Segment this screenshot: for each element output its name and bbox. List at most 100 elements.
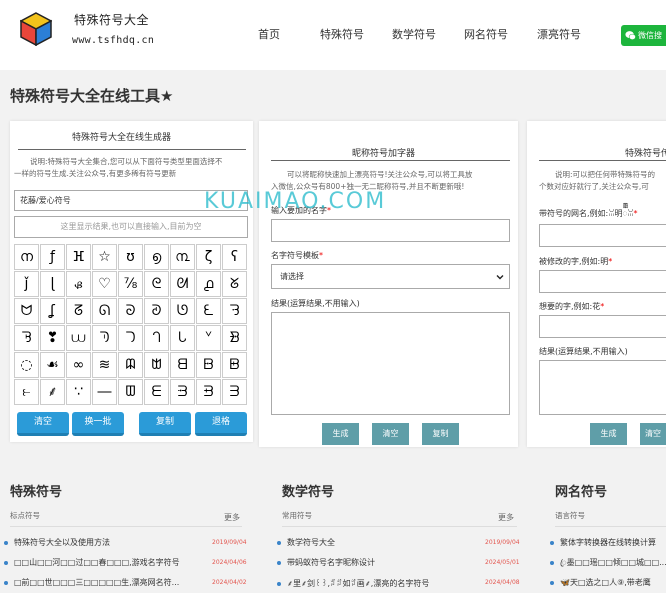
section-sub-nickname[interactable]: 语言符号 [555, 510, 585, 521]
symbol-cell[interactable]: ⴼ [66, 244, 91, 270]
symbol-cell[interactable]: ᘓ [144, 271, 169, 297]
symbol-cell[interactable]: ʊ [118, 244, 143, 270]
symbol-cell[interactable]: ൧ [196, 271, 221, 297]
symbol-cell[interactable]: ᗼ [118, 352, 143, 378]
wechat-search-button[interactable]: 微信搜 [621, 25, 666, 46]
symbol-cell[interactable]: ᗿ [222, 325, 247, 351]
symbol-cell[interactable]: ᗸ [222, 352, 247, 378]
symbol-cell[interactable]: ʆ [40, 298, 65, 324]
article-link[interactable]: 🦋天□选之□人⑨,带老鹰 [550, 577, 666, 588]
symbol-cell[interactable]: ᘎ [170, 298, 195, 324]
nav-nickname-symbols[interactable]: 网名符号 [464, 26, 508, 42]
symbol-cell[interactable]: ɭ [40, 271, 65, 297]
symbol-cell[interactable]: ― [92, 379, 117, 405]
symbol-cell[interactable]: ᗻ [144, 352, 169, 378]
symbol-cell[interactable]: ∵ [66, 379, 91, 405]
symbol-cell[interactable]: ᘜ [222, 271, 247, 297]
symbol-cell[interactable]: ᗲ [196, 379, 221, 405]
name-input[interactable] [271, 219, 510, 242]
clear-button[interactable]: 清空 [17, 412, 69, 436]
symbol-cell[interactable]: ᗺ [170, 352, 195, 378]
symbol-cell[interactable]: ᗢ [14, 298, 39, 324]
article-link[interactable]: □□山□□河□□过□□春□□□,游戏名字符号 [4, 557, 209, 568]
symbol-cell[interactable]: ᘑ [144, 298, 169, 324]
section-title-math[interactable]: 数学符号 [282, 481, 334, 500]
backspace-button[interactable]: 退格 [195, 412, 247, 436]
symbol-cell[interactable]: ᘍ [196, 298, 221, 324]
symbol-cell[interactable]: ☆ [92, 244, 117, 270]
symbol-cell[interactable]: ᘃ [144, 325, 169, 351]
replace-clear-button[interactable]: 清空 [640, 423, 666, 445]
nav-math-symbols[interactable]: 数学符号 [392, 26, 436, 42]
symbol-cell[interactable]: ൭ [144, 244, 169, 270]
logo-icon[interactable] [20, 12, 52, 46]
nav-pretty-symbols[interactable]: 漂亮符号 [537, 26, 581, 42]
section-title-special[interactable]: 特殊符号 [10, 481, 62, 500]
symbol-cell[interactable]: ᗹ [196, 352, 221, 378]
article-link[interactable]: ꦿ墨□□瑶□□倾□□城□□... [550, 557, 666, 573]
more-link-special[interactable]: 更多 [224, 512, 240, 523]
symbol-cell[interactable]: ᘅ [92, 325, 117, 351]
symbol-cell[interactable]: ᗱ [222, 379, 247, 405]
template-select[interactable]: 请选择 [271, 264, 510, 289]
symbol-cell[interactable]: ⥼ [14, 379, 39, 405]
section-divider [555, 526, 666, 527]
generator-description: 说明:特殊符号大全集合,您可以从下面符号类型里面选择不 一样的符号生成.关注公众号… [14, 157, 223, 178]
symbol-cell[interactable]: ᘔ [66, 298, 91, 324]
nickname-result-textarea[interactable] [271, 312, 510, 415]
symbol-cell[interactable]: ᏸ [66, 271, 91, 297]
nav-home[interactable]: 首页 [258, 26, 280, 42]
article-link[interactable]: 数学符号大全 [277, 537, 482, 548]
symbol-cell[interactable]: ❣ [40, 325, 65, 351]
symbol-cell[interactable]: ᘂ [170, 325, 195, 351]
symbol-cell[interactable]: ◌ [14, 352, 39, 378]
modified-char-input[interactable] [539, 270, 666, 293]
symbol-cell[interactable]: ᗴ [144, 379, 169, 405]
symbol-cell[interactable]: ζ [196, 244, 221, 270]
symbol-cell[interactable]: ᘏ [92, 298, 117, 324]
symbol-cell[interactable]: ☙ [40, 352, 65, 378]
replace-generate-button[interactable]: 生成 [590, 423, 627, 445]
symbol-cell[interactable]: ∞ [66, 352, 91, 378]
site-name[interactable]: 特殊符号大全 [74, 11, 149, 28]
section-sub-special[interactable]: 标点符号 [10, 510, 40, 521]
replace-result-textarea[interactable] [539, 360, 666, 415]
article-link[interactable]: ⸙里⸙剑꒰꒱,ꄂꄂ如ꄂ画⸙,漂亮的名字符号 [277, 577, 482, 589]
refresh-batch-button[interactable]: 换一批 [72, 412, 124, 436]
result-input[interactable]: 这里显示结果,也可以直接输入,目前为空 [14, 216, 248, 238]
article-link[interactable]: 特殊符号大全以及使用方法 [4, 537, 209, 548]
nav-special-symbols[interactable]: 特殊符号 [320, 26, 364, 42]
section-title-nickname[interactable]: 网名符号 [555, 481, 607, 500]
more-link-math[interactable]: 更多 [498, 512, 514, 523]
symbol-cell[interactable]: ᘛ [170, 271, 195, 297]
nickname-clear-button[interactable]: 清空 [372, 423, 409, 445]
symbol-cell[interactable]: ⸙ [40, 379, 65, 405]
symbol-cell[interactable]: ƒ [40, 244, 65, 270]
symbol-cell[interactable]: ᘁ [196, 325, 221, 351]
symbol-cell[interactable]: ♡ [92, 271, 117, 297]
symbol-cell[interactable]: ǰ [14, 271, 39, 297]
symbol-cell[interactable]: ൩ [170, 244, 195, 270]
symbol-name-input[interactable] [539, 224, 666, 247]
symbol-cell[interactable]: ᘐ [118, 298, 143, 324]
section-sub-math[interactable]: 常用符号 [282, 510, 312, 521]
symbol-cell[interactable]: ⅞ [118, 271, 143, 297]
symbol-cell[interactable]: ᘄ [118, 325, 143, 351]
symbol-cell[interactable]: ᗵ [118, 379, 143, 405]
symbol-cell[interactable]: ᗳ [170, 379, 195, 405]
symbol-cell[interactable]: ⩊ [66, 325, 91, 351]
symbol-cell[interactable]: ᘌ [222, 298, 247, 324]
article-link[interactable]: □前□□世□□□三□□□□□生,漂亮网名符... [4, 577, 209, 588]
symbol-cell[interactable]: ന [14, 244, 39, 270]
article-link[interactable]: 繁体字转换器在线转换计算 [550, 537, 666, 548]
replace-divider [539, 160, 666, 161]
copy-button[interactable]: 复制 [139, 412, 191, 436]
nickname-copy-button[interactable]: 复制 [422, 423, 459, 445]
wanted-char-input[interactable] [539, 315, 666, 338]
symbol-cell[interactable]: ʕ [222, 244, 247, 270]
article-link[interactable]: 带蚂蚁符号名字昵称设计 [277, 557, 482, 568]
generate-button[interactable]: 生成 [322, 423, 359, 445]
symbol-cell[interactable]: ᘋ [14, 325, 39, 351]
symbol-cell[interactable]: ≋ [92, 352, 117, 378]
replace-title: 特殊符号传 [625, 149, 666, 159]
